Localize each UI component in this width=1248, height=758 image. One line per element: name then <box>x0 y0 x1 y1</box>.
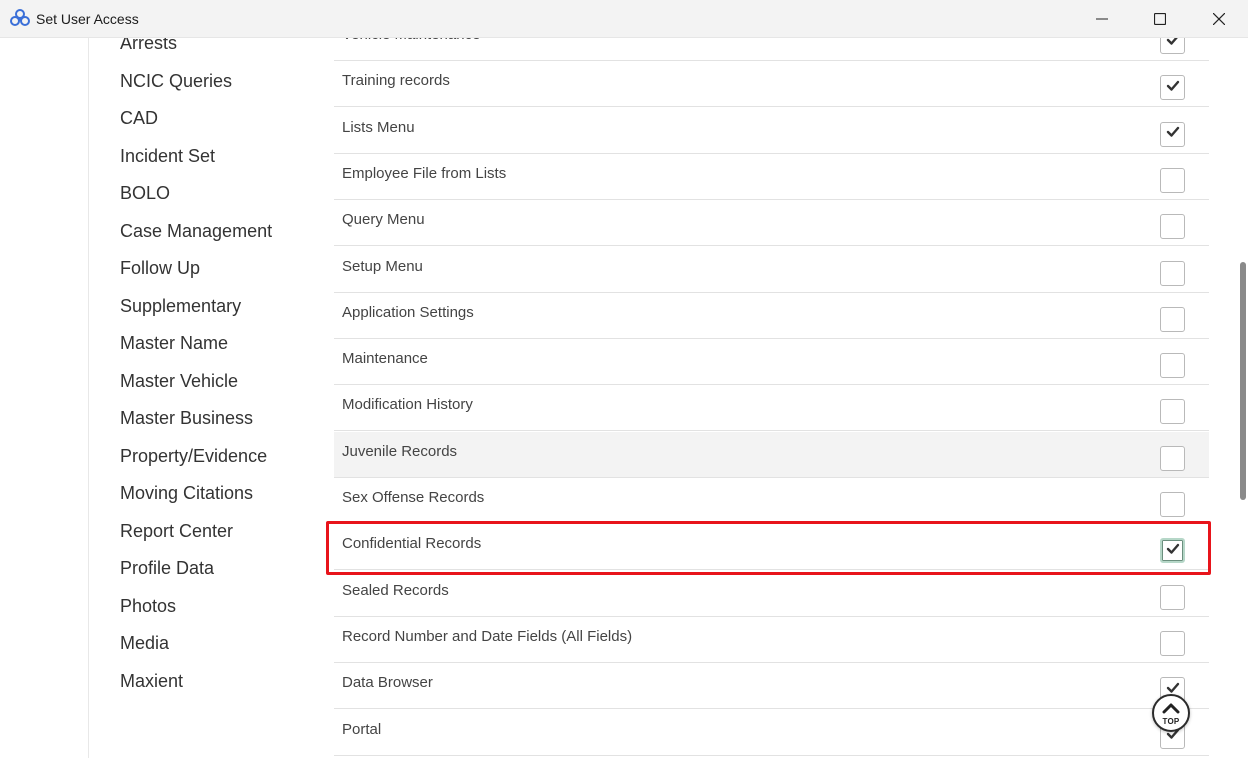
window-title: Set User Access <box>36 11 139 27</box>
top-label: TOP <box>1162 716 1180 726</box>
nav-item[interactable]: Maxient <box>120 671 183 692</box>
left-gutter <box>0 38 89 758</box>
nav-item[interactable]: Arrests <box>120 38 177 54</box>
checkmark-icon <box>1166 38 1180 51</box>
permission-checkbox[interactable] <box>1160 38 1185 54</box>
permission-checkbox[interactable] <box>1160 306 1185 332</box>
permission-row: Vehicle Maintenance <box>334 38 1209 61</box>
permission-checkbox[interactable] <box>1160 75 1185 101</box>
permission-row: Maintenance <box>334 339 1209 386</box>
permission-checkbox[interactable] <box>1160 353 1185 379</box>
permission-label: Lists Menu <box>342 118 415 136</box>
permission-checkbox[interactable] <box>1160 167 1185 193</box>
permission-label: Confidential Records <box>342 535 482 553</box>
permission-row: Training records <box>334 61 1209 108</box>
permission-row: Sex Offense Records <box>334 478 1209 524</box>
flower-logo-icon <box>9 9 31 29</box>
nav-item[interactable]: Follow Up <box>120 258 200 279</box>
permission-checkbox[interactable] <box>1160 630 1185 656</box>
checkmark-icon <box>1166 79 1180 97</box>
permission-row: Juvenile Records <box>334 431 1209 478</box>
permission-row: Confidential Records <box>334 524 1209 571</box>
minimize-button[interactable] <box>1073 0 1131 38</box>
permission-label: Setup Menu <box>342 257 423 275</box>
nav-item[interactable]: Media <box>120 633 169 654</box>
permission-checkbox[interactable] <box>1160 399 1185 425</box>
permission-label: Query Menu <box>342 211 425 229</box>
permission-list: Vehicle Maintenance Training records Lists… <box>334 38 1209 758</box>
nav-item[interactable]: Moving Citations <box>120 483 253 504</box>
permission-row: Employee File from Lists <box>334 154 1209 200</box>
permission-checkbox[interactable] <box>1160 260 1185 286</box>
permission-label: Sealed Records <box>342 581 449 599</box>
nav-item[interactable]: Supplementary <box>120 296 241 317</box>
permission-label: Employee File from Lists <box>342 164 507 182</box>
scrollbar-thumb[interactable] <box>1240 262 1246 500</box>
scroll-to-top-button[interactable]: TOP <box>1152 694 1190 732</box>
checkmark-icon <box>1166 542 1180 560</box>
checkmark-icon <box>1166 125 1180 143</box>
category-nav: Arrests NCIC Queries CAD Incident Set BOLO Ca… <box>120 38 340 758</box>
permission-checkbox[interactable] <box>1160 538 1185 564</box>
nav-item[interactable]: Profile Data <box>120 558 214 579</box>
permission-label: Juvenile Records <box>342 442 458 460</box>
title-bar: Set User Access <box>0 0 1248 38</box>
permission-label: Sex Offense Records <box>342 489 485 506</box>
permission-row: Lists Menu <box>334 108 1209 154</box>
permission-checkbox[interactable] <box>1160 492 1185 517</box>
nav-item[interactable]: Master Vehicle <box>120 371 238 392</box>
nav-item[interactable]: Case Management <box>120 221 272 242</box>
permission-row: Modification History <box>334 385 1209 432</box>
close-button[interactable] <box>1190 0 1248 38</box>
nav-item[interactable]: BOLO <box>120 183 170 204</box>
permission-label: Record Number and Date Fields (All Field… <box>342 627 633 645</box>
permission-row: Record Number and Date Fields (All Field… <box>334 617 1209 663</box>
permission-row: Setup Menu <box>334 247 1209 293</box>
maximize-button[interactable] <box>1131 0 1189 38</box>
permission-checkbox[interactable] <box>1160 584 1185 610</box>
nav-item[interactable]: NCIC Queries <box>120 71 232 92</box>
permission-label: Modification History <box>342 396 473 414</box>
nav-item[interactable]: Master Name <box>120 333 228 354</box>
permission-checkbox[interactable] <box>1160 445 1185 471</box>
permission-label: Portal <box>342 720 382 738</box>
permission-label: Vehicle Maintenance <box>342 38 480 43</box>
permission-row: Application Settings <box>334 293 1209 339</box>
permission-row: Data Browser <box>334 663 1209 710</box>
permission-checkbox[interactable] <box>1160 121 1185 147</box>
permission-row: Sealed Records <box>334 571 1209 617</box>
minimize-icon <box>1096 13 1108 25</box>
nav-item[interactable]: Master Business <box>120 408 253 429</box>
permission-row: Portal <box>334 710 1209 756</box>
nav-item[interactable]: Report Center <box>120 521 233 542</box>
permission-label: Maintenance <box>342 350 428 368</box>
close-icon <box>1213 13 1225 25</box>
nav-item[interactable]: Property/Evidence <box>120 446 267 467</box>
permission-label: Application Settings <box>342 303 474 321</box>
permission-checkbox[interactable] <box>1160 214 1185 240</box>
permission-label: Data Browser <box>342 674 433 692</box>
nav-item[interactable]: Incident Set <box>120 146 215 167</box>
nav-item[interactable]: Photos <box>120 596 176 617</box>
maximize-icon <box>1154 13 1166 25</box>
permission-label: Training records <box>342 72 450 90</box>
permission-row: Query Menu <box>334 200 1209 247</box>
nav-item[interactable]: CAD <box>120 108 158 129</box>
